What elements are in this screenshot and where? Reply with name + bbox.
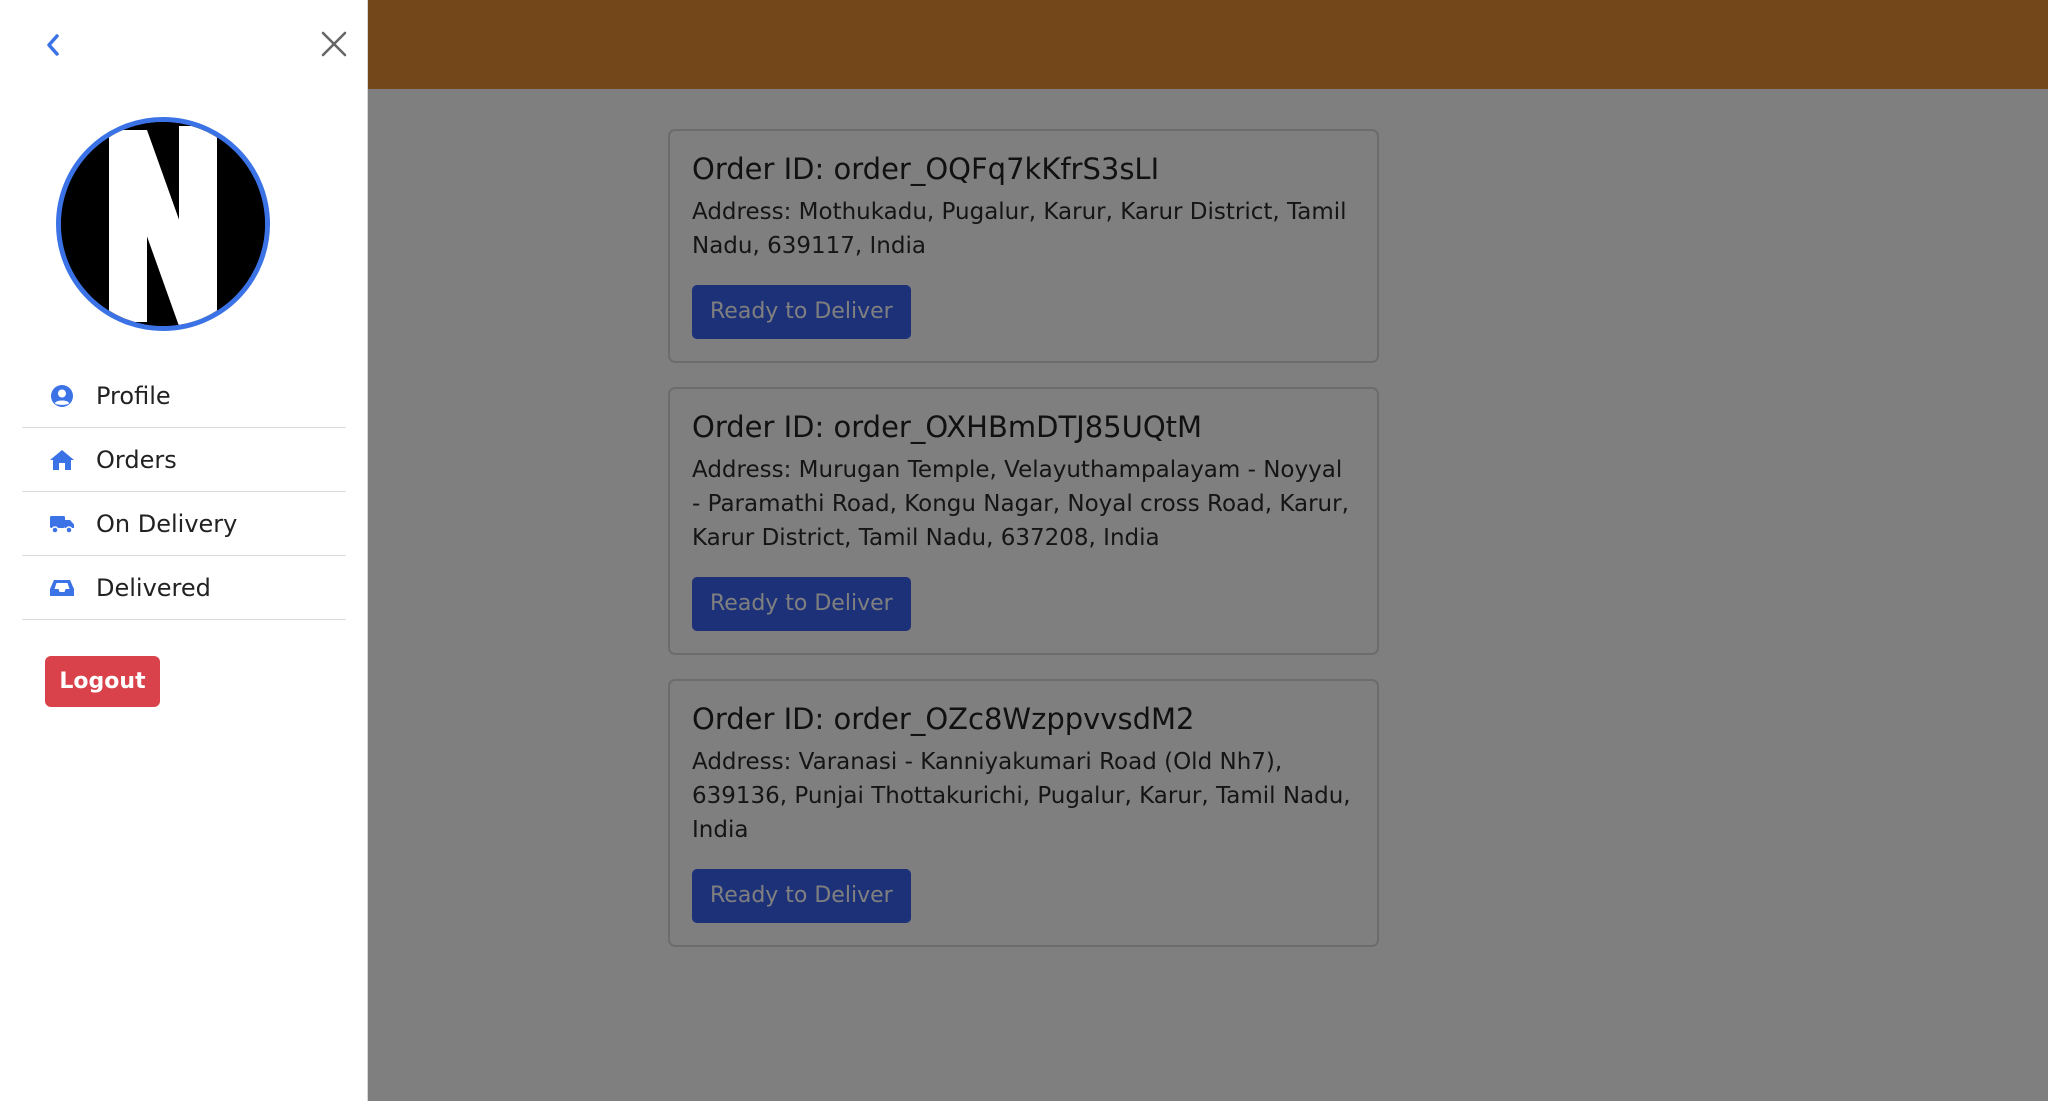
truck-icon xyxy=(48,510,76,538)
avatar xyxy=(56,117,270,331)
menu-item-profile[interactable]: Profile xyxy=(22,364,346,428)
menu-label: Delivered xyxy=(96,573,211,602)
menu-item-on-delivery[interactable]: On Delivery xyxy=(22,492,346,556)
user-circle-icon xyxy=(48,382,76,410)
side-drawer: Profile Orders On Delivery Delivered Log… xyxy=(0,0,368,1101)
logout-button[interactable]: Logout xyxy=(45,656,160,707)
menu-item-orders[interactable]: Orders xyxy=(22,428,346,492)
menu-item-delivered[interactable]: Delivered xyxy=(22,556,346,620)
close-icon[interactable] xyxy=(316,26,352,62)
inbox-icon xyxy=(48,574,76,602)
home-icon xyxy=(48,446,76,474)
drawer-menu: Profile Orders On Delivery Delivered xyxy=(22,364,346,620)
menu-label: Orders xyxy=(96,445,177,474)
menu-label: Profile xyxy=(96,381,171,410)
back-chevron-icon[interactable] xyxy=(36,28,70,62)
avatar-logo-n xyxy=(61,122,265,326)
menu-label: On Delivery xyxy=(96,509,238,538)
